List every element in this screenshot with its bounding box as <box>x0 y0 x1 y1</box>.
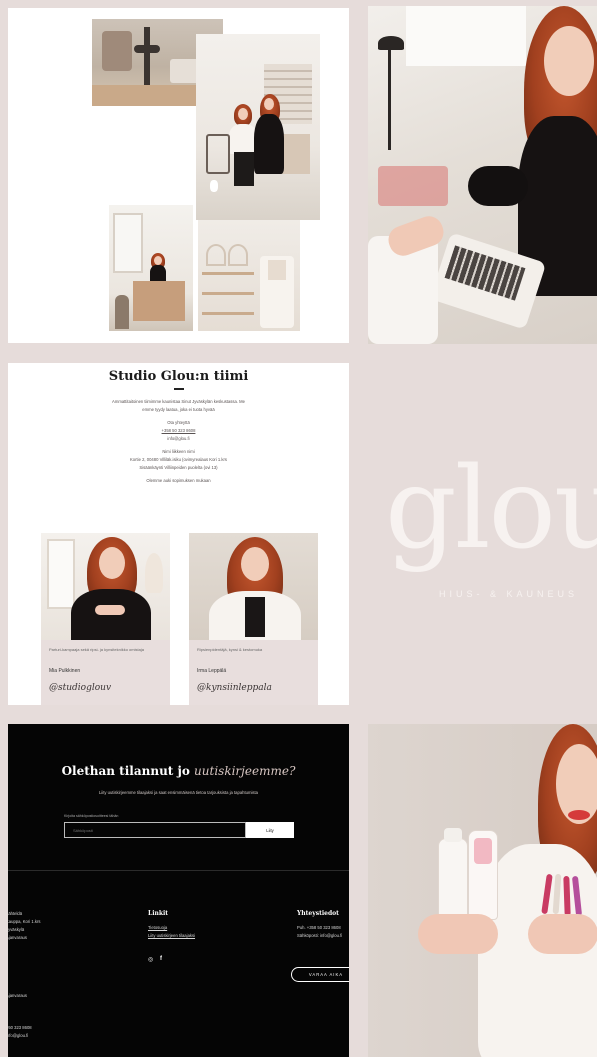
collage-photo-reception <box>109 205 193 331</box>
newsletter-title: Olethan tilannut jo uutiskirjeemme? <box>61 764 296 778</box>
site-footer-card: Olethan tilannut jo uutiskirjeemme? Liit… <box>8 724 349 1057</box>
newsletter-email-input[interactable] <box>64 822 246 838</box>
team-member-instagram[interactable]: @kynsiinleppala <box>197 683 272 693</box>
address-line-1: Kortie 2, 00480 Villiläk.isiku (ovimyrea… <box>130 457 227 462</box>
newsletter-subtitle: Liity uutiskirjeemme tilaajaksi ja saat … <box>99 790 258 795</box>
book-appointment-button[interactable]: VARAA AIKA <box>291 967 349 982</box>
brand-logo-tile: glou HIUS- & KAUNEUS <box>357 363 597 705</box>
team-member-desc: Parturi-kampaaja sekä ripsi- ja kynsitek… <box>49 647 144 652</box>
product-photo <box>368 724 597 1057</box>
studio-collage-card <box>8 8 349 343</box>
title-divider <box>173 388 184 390</box>
brand-wordmark: glou <box>385 444 597 574</box>
links-heading: Linkit <box>148 910 169 917</box>
footer-col1-line: Jyväskylä <box>8 927 25 932</box>
nail-service-photo <box>368 6 597 344</box>
team-member-name: Irma Leppälä <box>197 668 227 674</box>
team-section-card: Studio Glou:n tiimi Ammattitaitoinen tii… <box>8 363 349 705</box>
team-intro-line-1: Ammattitaitoinen tiimimme kaunistaa Sinu… <box>112 399 245 404</box>
subscribe-button[interactable]: Liity <box>246 822 294 838</box>
team-member-card: Parturi-kampaaja sekä ripsi- ja kynsitek… <box>41 533 170 705</box>
footer-divider <box>8 870 349 871</box>
team-member-desc: Ripsienpidentäjä, kynsi & kestomuka <box>197 647 263 652</box>
team-member-photo <box>189 533 318 640</box>
team-member-instagram[interactable]: @studioglouv <box>49 683 111 693</box>
facebook-icon[interactable]: f <box>160 956 162 962</box>
footer-col1-line: 050 323 8608 <box>8 1025 32 1030</box>
footer-col1-line: Ajanvaraus <box>8 935 27 940</box>
email-text[interactable]: info@glou.fi <box>8 435 349 443</box>
footer-col1-line: Kauppa, Kori 1.krs <box>8 919 41 924</box>
address-line-2: Sisäänkäynti Villiinpeiden puolelta (ovi… <box>139 465 218 470</box>
team-member-photo <box>41 533 170 640</box>
collage-photo-team <box>196 34 320 220</box>
team-member-card: Ripsienpidentäjä, kynsi & kestomuka Irma… <box>189 533 318 705</box>
contact-label: Ota yhteyttä <box>167 420 190 425</box>
footer-col1-line: Lähteldä <box>8 911 23 916</box>
footer-col1-line: info@glou.fi <box>8 1033 29 1038</box>
team-title: Studio Glou:n tiimi <box>108 369 249 384</box>
opening-hours: Olemme auki sopimuksen mukaan <box>146 478 211 483</box>
newsletter-link[interactable]: Liity uutiskirjeen tilaajaksi <box>148 932 195 940</box>
privacy-link[interactable]: Tietosuoja <box>148 924 167 932</box>
contact-phone: Puh. +358 50 323 8608 <box>297 925 341 930</box>
contact-heading: Yhteystiedot <box>297 910 339 917</box>
brand-subtitle: HIUS- & KAUNEUS <box>439 589 579 599</box>
footer-col1-line: Ajanvaraus <box>8 993 27 998</box>
instagram-icon[interactable]: ◎ <box>148 956 153 963</box>
contact-email: Sähköposti: info@glou.fi <box>297 933 343 938</box>
team-member-name: Mia Pulkkinen <box>49 668 81 674</box>
collage-photo-shelves <box>198 220 300 331</box>
team-intro-line-2: emme tyydy laatua, joka ei tuota hyvää <box>142 407 215 412</box>
phone-link[interactable]: +358 50 323 8608 <box>8 427 349 435</box>
email-input-label: Kirjoita sähköpostiosoitteesi tähän <box>64 814 119 818</box>
address-label: Nimi liikkeen nimi <box>162 449 195 454</box>
